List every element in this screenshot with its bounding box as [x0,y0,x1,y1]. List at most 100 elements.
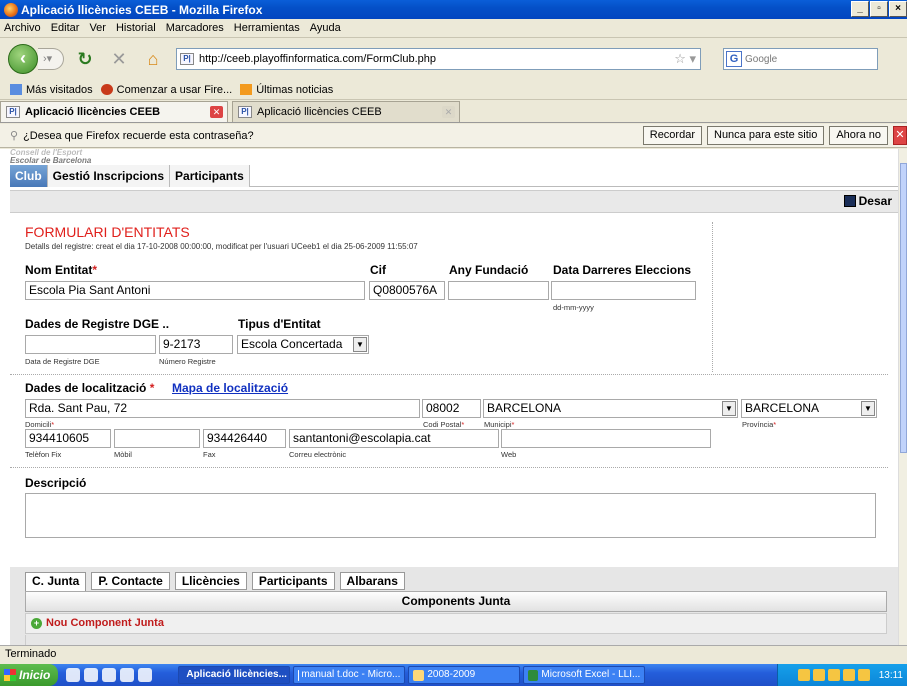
tab-sub-participants[interactable]: Participants [251,572,335,590]
browser-tab-1[interactable]: P| Aplicació llicències CEEB ✕ [0,101,228,122]
quicklaunch-icon-3[interactable] [102,668,117,682]
task-word[interactable]: manual t.doc - Micro... [293,666,406,684]
save-button[interactable]: Desar [843,194,892,208]
task-label: Aplicació llicències... [186,669,287,680]
close-bar-icon[interactable]: ✕ [893,126,907,145]
bookmark-comenzar[interactable]: Comenzar a usar Fire... [100,84,232,96]
action-bar: Desar [10,190,898,213]
components-table [25,635,887,645]
municipi-select[interactable]: BARCELONA ▼ [483,399,738,418]
scrollbar-thumb[interactable] [900,163,907,453]
dropdown-arrow-icon[interactable]: ▼ [722,401,736,416]
task-label: 2008-2009 [427,669,476,680]
fax-input[interactable]: 934426440 [203,429,286,448]
forward-button[interactable]: ›▾ [38,48,64,70]
nom-entitat-input[interactable]: Escola Pia Sant Antoni [25,281,365,300]
tray-icon-5[interactable] [857,669,870,681]
new-component-label: Nou Component Junta [46,617,164,629]
provincia-select[interactable]: BARCELONA ▼ [741,399,877,418]
correu-input[interactable]: santantoni@escolapia.cat [289,429,499,448]
tab-albarans[interactable]: Albarans [339,572,405,590]
mobil-input[interactable] [114,429,200,448]
system-tray: 13:11 [777,664,907,686]
home-icon[interactable]: ⌂ [141,47,165,71]
tab-close-icon[interactable]: ✕ [442,106,455,118]
telefon-fix-input[interactable]: 934410605 [25,429,111,448]
vertical-scrollbar[interactable] [898,149,907,645]
key-icon: ⚲ [10,130,19,142]
quicklaunch-icon-4[interactable] [120,668,135,682]
menu-archivo[interactable]: Archivo [4,22,41,34]
menu-ayuda[interactable]: Ayuda [310,22,341,34]
dropdown-arrow-icon[interactable]: ▼ [861,401,875,416]
domicili-input[interactable]: Rda. Sant Pau, 72 [25,399,420,418]
never-for-site-button[interactable]: Nunca para este sitio [707,126,825,145]
url-bar[interactable]: P| http://ceeb.playoffinformatica.com/Fo… [176,48,701,70]
hint-correu: Correu electrònic [289,450,347,459]
label-dades-registre: Dades de Registre DGE .. [25,317,170,331]
browser-tab-2[interactable]: P| Aplicació llicències CEEB ✕ [232,101,460,122]
google-icon[interactable]: G [726,51,742,67]
hint-codi-postal: Codi Postal* [423,420,465,429]
descripcio-textarea[interactable] [25,493,876,538]
tab-p-contacte[interactable]: P. Contacte [91,572,170,590]
start-button[interactable]: Inicio [0,664,59,686]
logo-line-1: Consell de l'Esport [10,149,83,157]
label-data-eleccions: Data Darreres Eleccions [553,263,692,277]
quicklaunch-icon-1[interactable] [66,668,81,682]
tab-close-icon[interactable]: ✕ [210,106,223,118]
tray-icon-2[interactable] [812,669,825,681]
web-input[interactable] [501,429,711,448]
new-component-button[interactable]: + Nou Component Junta [31,617,164,629]
stop-icon[interactable]: ✕ [107,47,131,71]
search-bar[interactable]: G Google [723,48,878,70]
map-link[interactable]: Mapa de localització [172,381,288,395]
quicklaunch-icon-2[interactable] [84,668,99,682]
menu-herramientas[interactable]: Herramientas [234,22,300,34]
restore-button[interactable]: ▫ [870,1,888,17]
cif-input[interactable]: Q0800576A [369,281,445,300]
tray-icon-3[interactable] [827,669,840,681]
not-now-button[interactable]: Ahora no [829,126,888,145]
task-folder[interactable]: 2008-2009 [408,666,521,684]
bookmark-mas-visitados[interactable]: Más visitados [10,84,93,96]
data-eleccions-input[interactable] [551,281,696,300]
bookmark-star-icon[interactable]: ☆ ▾ [674,51,696,67]
menu-ver[interactable]: Ver [89,22,106,34]
remember-button[interactable]: Recordar [642,126,702,145]
tipus-entitat-select[interactable]: Escola Concertada ▼ [237,335,369,354]
close-button[interactable]: × [889,1,907,17]
logo: Consell de l'Esport Escolar de Barcelona [10,149,91,165]
menu-historial[interactable]: Historial [116,22,156,34]
back-button[interactable]: ‹ [8,44,38,74]
minimize-button[interactable]: _ [851,1,869,17]
task-firefox[interactable]: Aplicació llicències... [178,666,291,684]
search-placeholder: Google [745,53,778,65]
reload-icon[interactable]: ↻ [73,47,97,71]
tray-icon-1[interactable] [797,669,810,681]
tray-icon-4[interactable] [842,669,855,681]
menu-editar[interactable]: Editar [51,22,80,34]
back-arrow-icon: ‹ [20,48,26,68]
task-excel[interactable]: Microsoft Excel - LLI... [523,666,646,684]
data-registre-input[interactable] [25,335,156,354]
rss-icon [240,84,253,95]
quicklaunch-icon-5[interactable] [138,668,153,682]
excel-task-icon [528,669,539,681]
tab-club[interactable]: Club [10,165,48,187]
bookmark-label: Más visitados [26,83,93,96]
codi-postal-input[interactable]: 08002 [422,399,481,418]
any-fundacio-input[interactable] [448,281,549,300]
bookmark-ultimas-noticias[interactable]: Últimas noticias [240,84,333,96]
dropdown-arrow-icon[interactable]: ▼ [353,337,367,352]
tab-participants[interactable]: Participants [170,165,250,187]
logo-line-2: Escolar de Barcelona [10,156,92,165]
numero-registre-input[interactable]: 9-2173 [159,335,233,354]
task-label: Microsoft Excel - LLI... [541,669,641,680]
tab-gestio-inscripcions[interactable]: Gestió Inscripcions [47,165,171,187]
tab-llicencies[interactable]: Llicències [174,572,247,590]
section-divider [10,374,888,375]
label-dades-localitzacio: Dades de localització * [25,381,155,395]
tab-c-junta[interactable]: C. Junta [25,572,87,591]
menu-marcadores[interactable]: Marcadores [166,22,224,34]
